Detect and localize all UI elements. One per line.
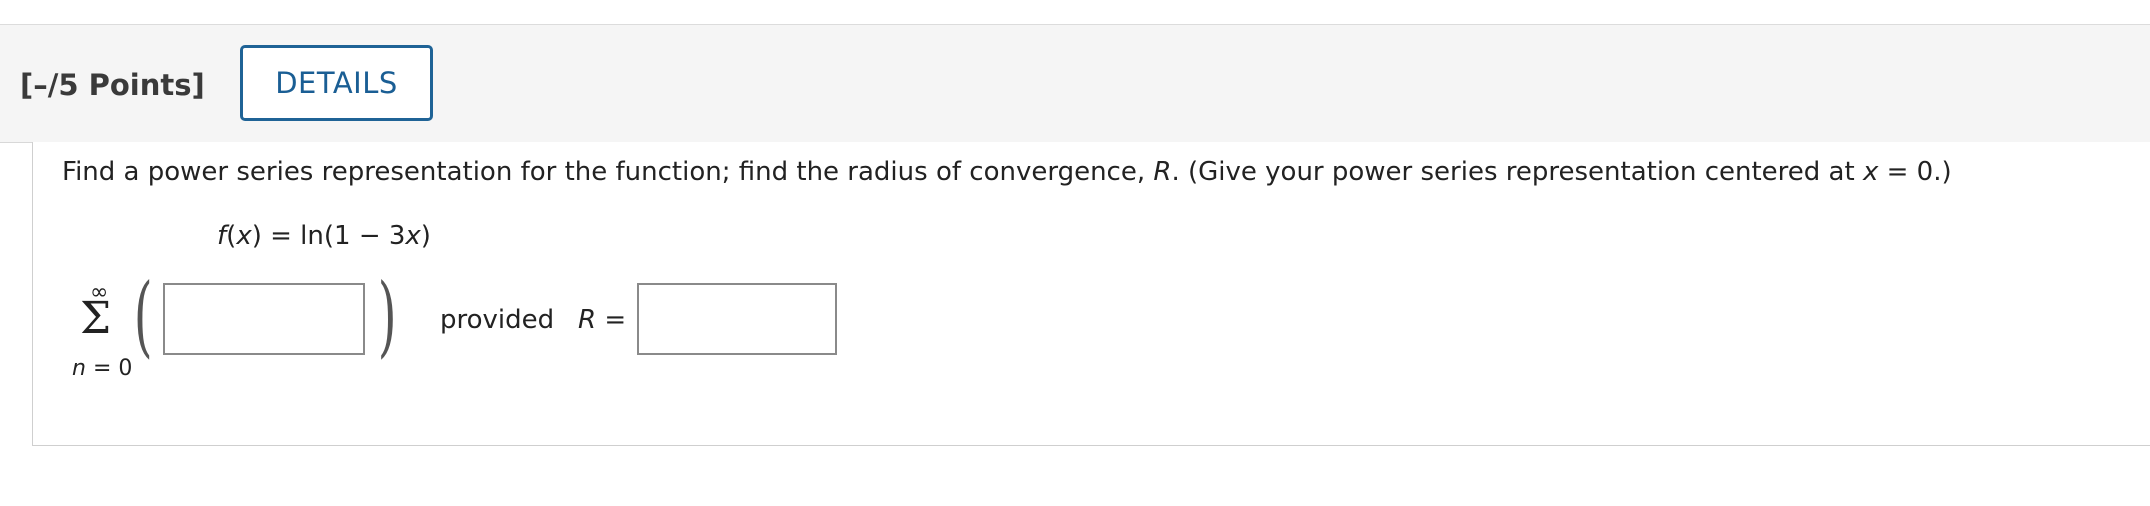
radius-symbol: R [578, 305, 597, 335]
summation-lower-limit: n = 0 [72, 356, 132, 381]
question-text: Find a power series representation for t… [62, 157, 1952, 187]
left-paren: ( [133, 264, 153, 367]
function-open-paren: ( [226, 221, 237, 251]
details-button[interactable]: DETAILS [240, 45, 433, 121]
function-variable: x [236, 221, 252, 251]
function-close-paren: ) [420, 221, 431, 251]
right-paren: ) [377, 264, 397, 367]
radius-equals: = [596, 305, 627, 335]
radius-input[interactable] [637, 283, 837, 355]
question-var-r: R [1153, 157, 1172, 187]
question-text-part3: = 0.) [1878, 157, 1952, 187]
function-name: f [217, 221, 227, 251]
power-series-input[interactable] [163, 283, 365, 355]
question-text-part1: Find a power series representation for t… [62, 157, 1154, 187]
function-expression: f(x) = ln(1 − 3x) [217, 221, 431, 251]
summation-index-var: n [72, 356, 86, 381]
radius-label: R = [578, 305, 626, 335]
function-variable-inner: x [405, 221, 421, 251]
function-body: ) = ln(1 − 3 [251, 221, 406, 251]
question-var-x: x [1862, 157, 1879, 187]
summation-lower-value: = 0 [85, 356, 133, 381]
provided-label: provided [440, 305, 555, 335]
question-text-part2: . (Give your power series representation… [1171, 157, 1863, 187]
points-label: [–/5 Points] [20, 68, 205, 102]
summation-sigma: Σ [80, 293, 112, 344]
